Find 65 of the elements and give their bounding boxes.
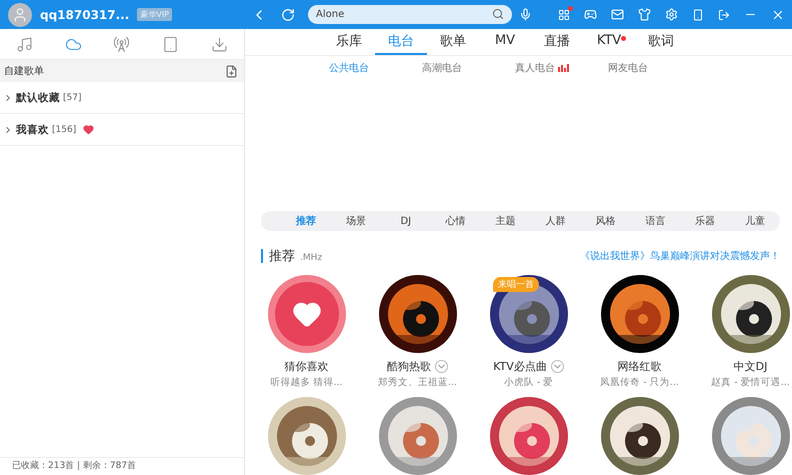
avatar[interactable] — [8, 2, 32, 26]
nav-tab[interactable]: 歌单 — [427, 29, 479, 55]
exit-icon[interactable] — [718, 8, 730, 20]
notification-dot — [621, 36, 626, 41]
settings-icon[interactable] — [665, 8, 678, 21]
playlist-item[interactable]: 我喜欢 [156] — [0, 114, 244, 146]
station-subtitle: 郑秀文、王祖蓝... — [378, 376, 458, 389]
sing-badge: 来唱一首 — [493, 277, 539, 292]
song-count: [156] — [52, 124, 76, 134]
phone-icon[interactable] — [692, 8, 704, 20]
search-icon[interactable] — [492, 8, 504, 20]
sub-tab[interactable]: 网友电台 — [608, 61, 648, 76]
sub-tab[interactable]: 真人电台 — [515, 61, 555, 76]
section-title: 自建歌单 — [4, 64, 44, 78]
station-subtitle: 听得越多 猜得... — [270, 376, 343, 389]
song-count: [57] — [63, 92, 82, 102]
category-tab[interactable]: 儿童 — [730, 214, 780, 228]
nav-tab[interactable]: 歌词 — [635, 29, 687, 55]
promo-link[interactable]: 《说出我世界》鸟巢巅峰演讲对决震憾发声！ — [580, 249, 780, 263]
status-bar: 已收藏：213首 | 剩余：787首 — [0, 457, 244, 475]
station-subtitle: 赵真 - 爱情可遇... — [711, 376, 790, 389]
sub-tab[interactable]: 高潮电台 — [422, 61, 462, 76]
playlist-name: 默认收藏 — [16, 90, 60, 104]
radio-icon[interactable] — [113, 36, 130, 52]
section-title: 推荐 — [269, 248, 295, 265]
category-tab[interactable]: 主题 — [480, 214, 531, 228]
dropdown-icon[interactable] — [550, 360, 564, 373]
station-subtitle: 凤凰传奇 - 只为... — [600, 376, 679, 389]
station-title[interactable]: 中文DJ — [734, 359, 768, 374]
device-icon[interactable] — [162, 36, 180, 52]
station-subtitle: 小虎队 - 爱 — [504, 376, 554, 389]
nav-tab[interactable]: KTV — [583, 29, 635, 55]
gamepad-icon[interactable] — [584, 8, 597, 21]
station-title[interactable]: 猜你喜欢 — [284, 359, 328, 374]
music-icon[interactable] — [16, 36, 33, 52]
search-field[interactable]: Alone — [308, 5, 512, 24]
playlist-item[interactable]: 默认收藏 [57] — [0, 82, 244, 114]
vip-badge: 豪华VIP — [137, 8, 172, 21]
category-tab[interactable]: 乐器 — [680, 214, 730, 228]
heart-icon — [83, 124, 94, 135]
new-playlist-icon[interactable] — [225, 64, 238, 78]
microphone-icon[interactable] — [519, 8, 532, 21]
category-tab[interactable]: 风格 — [580, 214, 630, 228]
nav-tab[interactable]: MV — [479, 29, 531, 55]
shirt-icon[interactable] — [638, 8, 651, 21]
category-tab[interactable]: DJ — [380, 216, 431, 227]
category-tab[interactable]: 场景 — [330, 214, 381, 228]
username[interactable]: qq1870317... — [40, 8, 130, 22]
dropdown-icon[interactable] — [435, 360, 448, 373]
station-title[interactable]: 酷狗热歌 — [387, 359, 431, 374]
section-suffix: .MHz — [300, 252, 322, 262]
apps-icon[interactable] — [558, 8, 570, 20]
station-title[interactable]: 网络红歌 — [618, 359, 662, 374]
nav-tab[interactable]: 直播 — [531, 29, 583, 55]
download-icon[interactable] — [211, 36, 228, 52]
nav-tab[interactable]: 电台 — [375, 29, 427, 55]
category-tab[interactable]: 心情 — [430, 214, 481, 228]
nav-tab[interactable]: 乐库 — [323, 29, 375, 55]
category-tab[interactable]: 人群 — [530, 214, 580, 228]
playlist-name: 我喜欢 — [16, 122, 49, 136]
station-title[interactable]: KTV必点曲 — [493, 359, 547, 374]
refresh-icon[interactable] — [281, 8, 295, 22]
mail-icon[interactable] — [611, 8, 624, 21]
sub-tab[interactable]: 公共电台 — [329, 61, 369, 76]
category-tab[interactable]: 语言 — [630, 214, 680, 228]
